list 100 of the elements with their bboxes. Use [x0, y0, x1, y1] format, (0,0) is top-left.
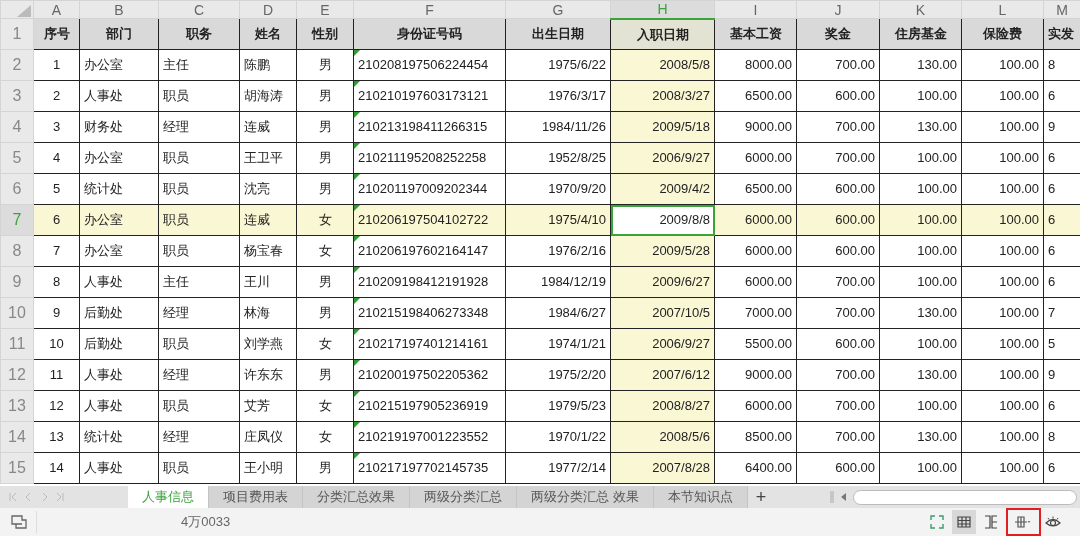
table-cell: 连威: [239, 111, 297, 143]
row-header[interactable]: 10: [0, 297, 34, 329]
table-cell: 王卫平: [239, 142, 297, 174]
column-header[interactable]: J: [796, 0, 880, 19]
sheet-tab[interactable]: 两级分类汇总: [410, 486, 517, 508]
last-sheet-icon[interactable]: [56, 492, 66, 502]
table-cell: 100.00: [961, 142, 1044, 174]
row-header[interactable]: 13: [0, 390, 34, 422]
scroll-left-icon[interactable]: [840, 493, 847, 501]
row-header[interactable]: 2: [0, 49, 34, 81]
row-header[interactable]: 11: [0, 328, 34, 360]
horizontal-scrollbar[interactable]: [853, 489, 1077, 505]
table-cell: 6500.00: [714, 80, 797, 112]
table-cell: 后勤处: [79, 297, 159, 329]
column-header[interactable]: I: [714, 0, 797, 19]
row-header[interactable]: 8: [0, 235, 34, 267]
row-header[interactable]: 5: [0, 142, 34, 174]
table-cell: 8000.00: [714, 49, 797, 81]
sheet-tab[interactable]: 项目费用表: [209, 486, 303, 508]
table-cell: 4: [33, 142, 80, 174]
column-header[interactable]: L: [961, 0, 1044, 19]
first-sheet-icon[interactable]: [6, 492, 17, 502]
table-cell: 1975/4/10: [505, 204, 611, 236]
row-header[interactable]: 15: [0, 452, 34, 484]
add-sheet-button[interactable]: +: [747, 486, 775, 508]
table-cell: 130.00: [879, 359, 962, 391]
table-cell: 7000.00: [714, 297, 797, 329]
column-title: 保险费: [961, 18, 1044, 50]
table-cell: 100.00: [879, 235, 962, 267]
column-header[interactable]: K: [879, 0, 962, 19]
table-cell: 沈亮: [239, 173, 297, 205]
row-header[interactable]: 4: [0, 111, 34, 143]
column-title: 性别: [296, 18, 354, 50]
table-cell: 210210197603173121: [353, 80, 506, 112]
sheet-tab[interactable]: 两级分类汇总 效果: [517, 486, 654, 508]
table-cell: 100.00: [961, 328, 1044, 360]
column-title: 基本工资: [714, 18, 797, 50]
column-header[interactable]: H: [610, 0, 715, 19]
table-cell: 职员: [158, 204, 240, 236]
column-header[interactable]: F: [353, 0, 506, 19]
previous-sheet-icon[interactable]: [23, 492, 33, 502]
row-header[interactable]: 12: [0, 359, 34, 391]
sheet-tab[interactable]: 本节知识点: [653, 486, 748, 508]
table-cell: 庄凤仪: [239, 421, 297, 453]
table-cell: 统计处: [79, 173, 159, 205]
page-break-view-icon: [982, 514, 1000, 530]
table-cell: 2008/3/27: [610, 80, 715, 112]
table-cell: 100.00: [961, 359, 1044, 391]
table-cell: 3: [33, 111, 80, 143]
column-header[interactable]: M: [1043, 0, 1080, 19]
row-header[interactable]: 9: [0, 266, 34, 298]
table-cell: 2008/8/27: [610, 390, 715, 422]
table-cell: 100.00: [961, 173, 1044, 205]
table-cell: 210215197905236919: [353, 390, 506, 422]
table-cell: 2009/8/8: [610, 204, 715, 236]
row-header[interactable]: 6: [0, 173, 34, 205]
table-cell: 6000.00: [714, 204, 797, 236]
row-header[interactable]: 3: [0, 80, 34, 112]
column-header[interactable]: A: [33, 0, 80, 19]
table-cell: 男: [296, 142, 354, 174]
column-header[interactable]: C: [158, 0, 240, 19]
table-cell: 100.00: [961, 204, 1044, 236]
sheet-tab[interactable]: 人事信息: [128, 486, 209, 508]
table-cell: 700.00: [796, 390, 880, 422]
table-cell: 职员: [158, 80, 240, 112]
table-cell: 胡海涛: [239, 80, 297, 112]
table-cell: 女: [296, 328, 354, 360]
table-cell: 8500.00: [714, 421, 797, 453]
view-button[interactable]: [952, 510, 976, 534]
row-header[interactable]: 1: [0, 18, 34, 50]
column-header[interactable]: B: [79, 0, 159, 19]
table-cell: 6000.00: [714, 235, 797, 267]
fullscreen-icon: [928, 514, 946, 530]
column-title: 身份证号码: [353, 18, 506, 50]
table-cell: 100.00: [961, 390, 1044, 422]
table-cell: 陈鹏: [239, 49, 297, 81]
table-cell: 210211195208252258: [353, 142, 506, 174]
row-header[interactable]: 14: [0, 421, 34, 453]
table-cell: 700.00: [796, 49, 880, 81]
column-header[interactable]: D: [239, 0, 297, 19]
table-cell: 经理: [158, 359, 240, 391]
table-cell: 男: [296, 297, 354, 329]
table-cell: 700.00: [796, 359, 880, 391]
table-cell: 210217197401214161: [353, 328, 506, 360]
sheet-tab[interactable]: 分类汇总效果: [303, 486, 410, 508]
table-cell: 100.00: [879, 266, 962, 298]
table-cell: 600.00: [796, 328, 880, 360]
table-cell: 2007/8/28: [610, 452, 715, 484]
macro-icon[interactable]: [10, 514, 28, 530]
table-cell: 男: [296, 49, 354, 81]
table-cell: 林海: [239, 297, 297, 329]
table-cell: 人事处: [79, 359, 159, 391]
table-cell: 经理: [158, 421, 240, 453]
table-cell: 700.00: [796, 111, 880, 143]
table-cell: 职员: [158, 142, 240, 174]
table-cell: 210213198411266315: [353, 111, 506, 143]
table-cell: 人事处: [79, 390, 159, 422]
status-text: 4万0033: [181, 513, 231, 532]
column-header[interactable]: G: [505, 0, 611, 19]
column-header[interactable]: E: [296, 0, 354, 19]
